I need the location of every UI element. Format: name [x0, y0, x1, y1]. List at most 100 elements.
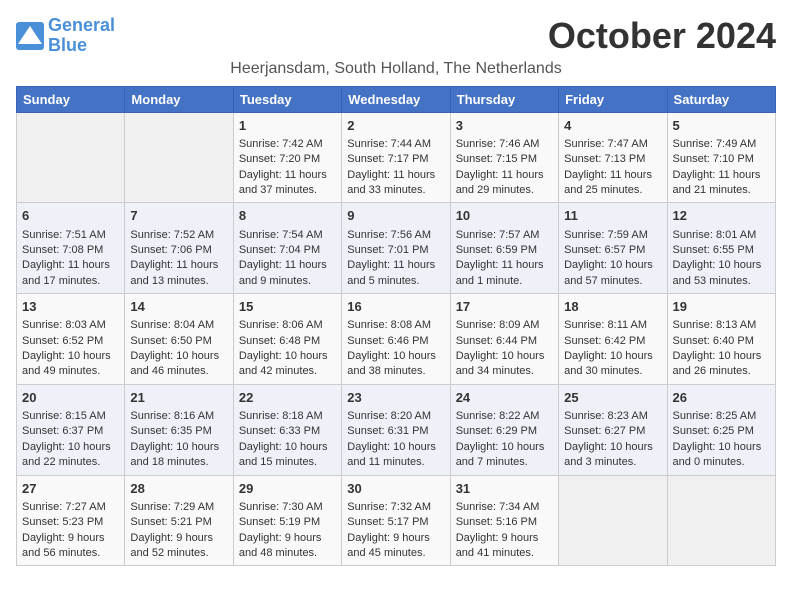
cell-line: Sunset: 7:08 PM — [22, 243, 119, 258]
cell-line: Daylight: 11 hours and 13 minutes. — [130, 258, 227, 289]
day-number: 21 — [130, 389, 227, 407]
day-number: 15 — [239, 298, 336, 316]
calendar-cell: 31Sunrise: 7:34 AMSunset: 5:16 PMDayligh… — [450, 475, 558, 566]
cell-line: Sunset: 6:57 PM — [564, 243, 661, 258]
cell-line: Sunset: 5:19 PM — [239, 515, 336, 530]
calendar-cell: 22Sunrise: 8:18 AMSunset: 6:33 PMDayligh… — [233, 384, 341, 475]
cell-line: Sunset: 6:48 PM — [239, 334, 336, 349]
day-number: 3 — [456, 117, 553, 135]
day-number: 23 — [347, 389, 444, 407]
cell-line: Daylight: 11 hours and 33 minutes. — [347, 168, 444, 199]
cell-line: Daylight: 9 hours and 45 minutes. — [347, 531, 444, 562]
cell-line: Daylight: 10 hours and 0 minutes. — [673, 440, 770, 471]
cell-line: Daylight: 11 hours and 37 minutes. — [239, 168, 336, 199]
cell-line: Daylight: 9 hours and 48 minutes. — [239, 531, 336, 562]
week-row-4: 20Sunrise: 8:15 AMSunset: 6:37 PMDayligh… — [17, 384, 776, 475]
calendar-header: SundayMondayTuesdayWednesdayThursdayFrid… — [17, 86, 776, 112]
cell-line: Sunset: 6:33 PM — [239, 424, 336, 439]
title-area: October 2024 — [548, 16, 776, 56]
cell-line: Daylight: 11 hours and 29 minutes. — [456, 168, 553, 199]
day-number: 14 — [130, 298, 227, 316]
day-header-tuesday: Tuesday — [233, 86, 341, 112]
calendar-cell: 4Sunrise: 7:47 AMSunset: 7:13 PMDaylight… — [559, 112, 667, 203]
calendar-cell — [667, 475, 775, 566]
week-row-2: 6Sunrise: 7:51 AMSunset: 7:08 PMDaylight… — [17, 203, 776, 294]
cell-line: Sunrise: 8:25 AM — [673, 409, 770, 424]
week-row-5: 27Sunrise: 7:27 AMSunset: 5:23 PMDayligh… — [17, 475, 776, 566]
day-number: 11 — [564, 207, 661, 225]
day-header-wednesday: Wednesday — [342, 86, 450, 112]
cell-line: Daylight: 11 hours and 1 minute. — [456, 258, 553, 289]
day-number: 18 — [564, 298, 661, 316]
cell-line: Sunrise: 7:44 AM — [347, 137, 444, 152]
cell-line: Daylight: 10 hours and 30 minutes. — [564, 349, 661, 380]
calendar-cell: 13Sunrise: 8:03 AMSunset: 6:52 PMDayligh… — [17, 294, 125, 385]
cell-line: Daylight: 10 hours and 7 minutes. — [456, 440, 553, 471]
day-number: 9 — [347, 207, 444, 225]
cell-line: Sunrise: 8:22 AM — [456, 409, 553, 424]
calendar-cell: 26Sunrise: 8:25 AMSunset: 6:25 PMDayligh… — [667, 384, 775, 475]
cell-line: Daylight: 9 hours and 41 minutes. — [456, 531, 553, 562]
cell-line: Daylight: 9 hours and 56 minutes. — [22, 531, 119, 562]
cell-line: Sunset: 6:50 PM — [130, 334, 227, 349]
day-number: 27 — [22, 480, 119, 498]
logo-icon — [16, 22, 44, 50]
cell-line: Sunrise: 7:27 AM — [22, 500, 119, 515]
cell-line: Daylight: 11 hours and 9 minutes. — [239, 258, 336, 289]
day-number: 4 — [564, 117, 661, 135]
cell-line: Sunrise: 7:52 AM — [130, 228, 227, 243]
calendar-cell: 18Sunrise: 8:11 AMSunset: 6:42 PMDayligh… — [559, 294, 667, 385]
cell-line: Sunrise: 8:06 AM — [239, 318, 336, 333]
calendar-cell: 24Sunrise: 8:22 AMSunset: 6:29 PMDayligh… — [450, 384, 558, 475]
cell-line: Sunrise: 7:49 AM — [673, 137, 770, 152]
day-header-sunday: Sunday — [17, 86, 125, 112]
cell-line: Sunrise: 8:13 AM — [673, 318, 770, 333]
day-number: 31 — [456, 480, 553, 498]
logo-line1: General — [48, 15, 115, 35]
calendar-cell: 15Sunrise: 8:06 AMSunset: 6:48 PMDayligh… — [233, 294, 341, 385]
cell-line: Daylight: 10 hours and 34 minutes. — [456, 349, 553, 380]
calendar-cell: 2Sunrise: 7:44 AMSunset: 7:17 PMDaylight… — [342, 112, 450, 203]
cell-line: Sunset: 6:37 PM — [22, 424, 119, 439]
cell-line: Sunrise: 7:32 AM — [347, 500, 444, 515]
day-header-monday: Monday — [125, 86, 233, 112]
calendar-cell: 19Sunrise: 8:13 AMSunset: 6:40 PMDayligh… — [667, 294, 775, 385]
day-number: 2 — [347, 117, 444, 135]
cell-line: Sunset: 7:20 PM — [239, 152, 336, 167]
cell-line: Sunset: 7:01 PM — [347, 243, 444, 258]
header-row: SundayMondayTuesdayWednesdayThursdayFrid… — [17, 86, 776, 112]
calendar-cell: 23Sunrise: 8:20 AMSunset: 6:31 PMDayligh… — [342, 384, 450, 475]
week-row-3: 13Sunrise: 8:03 AMSunset: 6:52 PMDayligh… — [17, 294, 776, 385]
day-header-saturday: Saturday — [667, 86, 775, 112]
cell-line: Sunset: 7:13 PM — [564, 152, 661, 167]
cell-line: Sunrise: 7:42 AM — [239, 137, 336, 152]
calendar-cell: 14Sunrise: 8:04 AMSunset: 6:50 PMDayligh… — [125, 294, 233, 385]
calendar-cell: 12Sunrise: 8:01 AMSunset: 6:55 PMDayligh… — [667, 203, 775, 294]
cell-line: Sunrise: 8:20 AM — [347, 409, 444, 424]
cell-line: Daylight: 11 hours and 17 minutes. — [22, 258, 119, 289]
cell-line: Sunrise: 7:30 AM — [239, 500, 336, 515]
cell-line: Sunrise: 7:51 AM — [22, 228, 119, 243]
calendar-cell: 21Sunrise: 8:16 AMSunset: 6:35 PMDayligh… — [125, 384, 233, 475]
cell-line: Daylight: 10 hours and 38 minutes. — [347, 349, 444, 380]
day-number: 22 — [239, 389, 336, 407]
cell-line: Daylight: 10 hours and 18 minutes. — [130, 440, 227, 471]
calendar-table: SundayMondayTuesdayWednesdayThursdayFrid… — [16, 86, 776, 567]
cell-line: Sunrise: 7:46 AM — [456, 137, 553, 152]
cell-line: Daylight: 11 hours and 5 minutes. — [347, 258, 444, 289]
calendar-cell — [125, 112, 233, 203]
calendar-cell: 29Sunrise: 7:30 AMSunset: 5:19 PMDayligh… — [233, 475, 341, 566]
cell-line: Sunset: 6:40 PM — [673, 334, 770, 349]
cell-line: Sunset: 6:25 PM — [673, 424, 770, 439]
cell-line: Daylight: 10 hours and 53 minutes. — [673, 258, 770, 289]
day-number: 25 — [564, 389, 661, 407]
cell-line: Sunrise: 7:29 AM — [130, 500, 227, 515]
day-number: 8 — [239, 207, 336, 225]
cell-line: Sunrise: 8:03 AM — [22, 318, 119, 333]
cell-line: Sunset: 7:15 PM — [456, 152, 553, 167]
logo: General Blue — [16, 16, 115, 56]
cell-line: Sunrise: 8:16 AM — [130, 409, 227, 424]
day-number: 20 — [22, 389, 119, 407]
cell-line: Sunset: 6:27 PM — [564, 424, 661, 439]
calendar-cell: 16Sunrise: 8:08 AMSunset: 6:46 PMDayligh… — [342, 294, 450, 385]
